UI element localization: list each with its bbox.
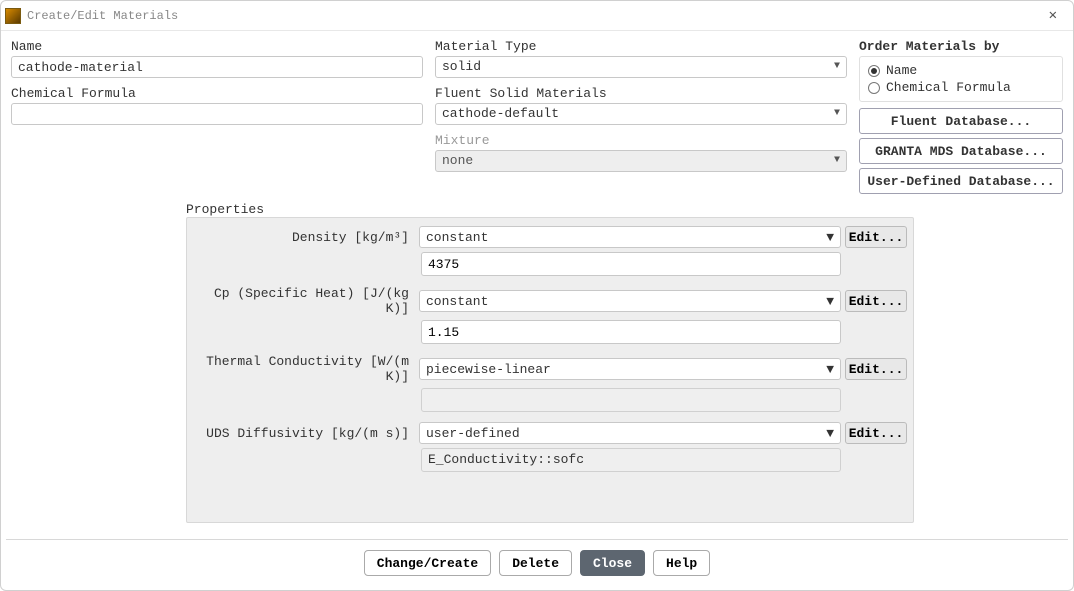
mixture-value: none: [442, 151, 473, 171]
density-method-select[interactable]: constant ▼: [419, 226, 841, 248]
uds-row: UDS Diffusivity [kg/(m s)] user-defined …: [193, 422, 907, 444]
chevron-down-icon: ▼: [826, 426, 834, 441]
radio-icon: [868, 82, 880, 94]
uds-method-select[interactable]: user-defined ▼: [419, 422, 841, 444]
order-radio-formula[interactable]: Chemical Formula: [868, 80, 1054, 95]
window-title: Create/Edit Materials: [27, 9, 1043, 23]
chevron-down-icon: ▼: [834, 57, 840, 77]
fluent-database-button[interactable]: Fluent Database...: [859, 108, 1063, 134]
density-method-value: constant: [426, 230, 488, 245]
thermal-value-display: [421, 388, 841, 412]
uds-edit-button[interactable]: Edit...: [845, 422, 907, 444]
granta-database-button[interactable]: GRANTA MDS Database...: [859, 138, 1063, 164]
thermal-method-value: piecewise-linear: [426, 362, 551, 377]
chevron-down-icon: ▼: [826, 362, 834, 377]
help-button[interactable]: Help: [653, 550, 710, 576]
material-type-select[interactable]: solid ▼: [435, 56, 847, 78]
cp-method-select[interactable]: constant ▼: [419, 290, 841, 312]
cp-method-value: constant: [426, 294, 488, 309]
delete-button[interactable]: Delete: [499, 550, 572, 576]
density-label: Density [kg/m³]: [193, 230, 415, 245]
fluent-solid-value: cathode-default: [442, 104, 559, 124]
name-input[interactable]: [11, 56, 423, 78]
name-label: Name: [11, 39, 423, 54]
fluent-solid-select[interactable]: cathode-default ▼: [435, 103, 847, 125]
close-button[interactable]: Close: [580, 550, 645, 576]
content-area: Name Chemical Formula Material Type soli…: [1, 31, 1073, 533]
cp-edit-button[interactable]: Edit...: [845, 290, 907, 312]
dialog-window: Create/Edit Materials ✕ Name Chemical Fo…: [0, 0, 1074, 591]
density-row: Density [kg/m³] constant ▼ Edit...: [193, 226, 907, 248]
chemical-formula-label: Chemical Formula: [11, 86, 423, 101]
chevron-down-icon: ▼: [834, 104, 840, 124]
cp-label: Cp (Specific Heat) [J/(kg K)]: [193, 286, 415, 316]
radio-icon: [868, 65, 880, 77]
app-icon: [5, 8, 21, 24]
titlebar: Create/Edit Materials ✕: [1, 1, 1073, 31]
chevron-down-icon: ▼: [826, 230, 834, 245]
top-row: Name Chemical Formula Material Type soli…: [11, 39, 1063, 198]
material-type-value: solid: [442, 57, 481, 77]
footer: Change/Create Delete Close Help: [1, 540, 1073, 590]
uds-label: UDS Diffusivity [kg/(m s)]: [193, 426, 415, 441]
order-radio-name[interactable]: Name: [868, 63, 1054, 78]
cp-value-input[interactable]: [421, 320, 841, 344]
order-radio-name-label: Name: [886, 63, 917, 78]
col-mid: Material Type solid ▼ Fluent Solid Mater…: [435, 39, 847, 198]
thermal-row: Thermal Conductivity [W/(m K)] piecewise…: [193, 354, 907, 384]
chemical-formula-input[interactable]: [11, 103, 423, 125]
fluent-solid-label: Fluent Solid Materials: [435, 86, 847, 101]
thermal-edit-button[interactable]: Edit...: [845, 358, 907, 380]
col-right: Order Materials by Name Chemical Formula…: [859, 39, 1063, 198]
thermal-method-select[interactable]: piecewise-linear ▼: [419, 358, 841, 380]
mixture-select: none ▼: [435, 150, 847, 172]
material-type-label: Material Type: [435, 39, 847, 54]
chevron-down-icon: ▼: [834, 151, 840, 171]
density-edit-button[interactable]: Edit...: [845, 226, 907, 248]
order-by-box: Name Chemical Formula: [859, 56, 1063, 102]
properties-heading: Properties: [186, 202, 914, 217]
col-left: Name Chemical Formula: [11, 39, 423, 198]
thermal-label: Thermal Conductivity [W/(m K)]: [193, 354, 415, 384]
mixture-label: Mixture: [435, 133, 847, 148]
density-value-input[interactable]: [421, 252, 841, 276]
order-by-label: Order Materials by: [859, 39, 1063, 54]
cp-row: Cp (Specific Heat) [J/(kg K)] constant ▼…: [193, 286, 907, 316]
properties-section: Properties Density [kg/m³] constant ▼ Ed…: [186, 202, 914, 523]
uds-method-value: user-defined: [426, 426, 520, 441]
close-icon[interactable]: ✕: [1043, 5, 1063, 26]
uds-value-display: E_Conductivity::sofc: [421, 448, 841, 472]
order-radio-formula-label: Chemical Formula: [886, 80, 1011, 95]
user-defined-database-button[interactable]: User-Defined Database...: [859, 168, 1063, 194]
change-create-button[interactable]: Change/Create: [364, 550, 491, 576]
properties-body: Density [kg/m³] constant ▼ Edit... Cp (S…: [186, 217, 914, 523]
chevron-down-icon: ▼: [826, 294, 834, 309]
